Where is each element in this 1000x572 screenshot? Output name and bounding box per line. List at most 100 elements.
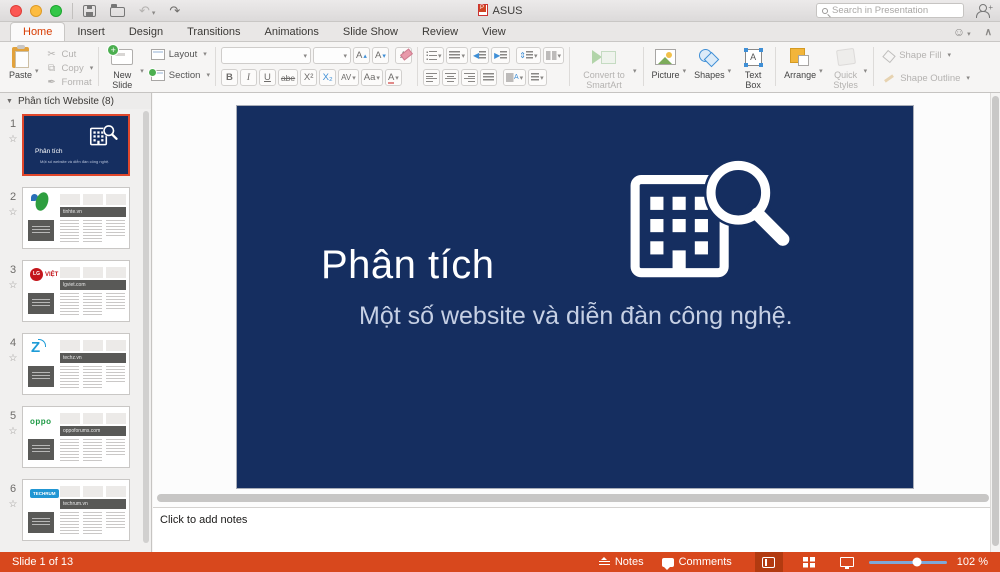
collapse-ribbon-button[interactable]: ∧ (985, 27, 992, 38)
close-window-button[interactable] (10, 4, 22, 17)
vertical-scrollbar-thumb[interactable] (991, 96, 999, 546)
arrange-button[interactable]: Arrange (781, 45, 819, 81)
section-header[interactable]: ▼ Phân tích Website (8) (0, 93, 151, 109)
save-icon[interactable] (83, 4, 96, 17)
strikethrough-button[interactable]: abe (277, 69, 299, 86)
vertical-scrollbar-track[interactable] (990, 93, 1000, 552)
share-button[interactable]: + (976, 3, 993, 18)
normal-view-button[interactable] (754, 552, 783, 572)
font-size-combo[interactable]: ▾ (312, 47, 351, 64)
smartart-dropdown-caret[interactable]: ▾ (633, 67, 637, 75)
paste-button[interactable]: Paste (6, 44, 35, 81)
open-icon[interactable] (110, 4, 125, 17)
notes-pane[interactable]: Click to add notes (153, 508, 990, 552)
zoom-window-button[interactable] (50, 4, 62, 17)
picture-dropdown-caret[interactable]: ▾ (683, 67, 687, 75)
undo-button[interactable]: ↶ ▾ (139, 4, 155, 18)
decrease-indent-button[interactable]: ◀ (469, 47, 490, 64)
align-right-button[interactable] (460, 69, 478, 86)
tab-animations[interactable]: Animations (253, 23, 331, 41)
horizontal-scrollbar[interactable] (157, 494, 989, 502)
zoom-slider[interactable] (868, 557, 947, 567)
slideshow-button[interactable] (833, 552, 861, 572)
font-color-button[interactable]: A ▾ (384, 69, 402, 86)
cut-button[interactable]: ✂ Cut (46, 47, 94, 61)
section-title: Phân tích Website (8) (17, 95, 114, 107)
thumbnail-scrollbar[interactable] (143, 111, 149, 543)
grow-font-button[interactable]: A ▴ (352, 47, 370, 64)
slide-subtitle[interactable]: Một số website và diễn đàn công nghệ. (359, 302, 793, 331)
increase-indent-button[interactable]: ▶ (491, 47, 511, 64)
section-collapse-icon[interactable]: ▼ (6, 98, 13, 105)
copy-button[interactable]: ⧉ Copy ▾ (46, 61, 93, 75)
new-slide-dropdown-caret[interactable]: ▾ (140, 67, 144, 75)
tab-design[interactable]: Design (117, 23, 175, 41)
slide-canvas[interactable]: Phân tích Một số website và diễn đàn côn… (236, 105, 914, 489)
shapes-dropdown-caret[interactable]: ▾ (728, 67, 732, 75)
text-box-icon: A (743, 47, 763, 67)
layout-button[interactable]: Layout ▾ (150, 47, 210, 61)
tab-insert[interactable]: Insert (65, 23, 117, 41)
picture-button[interactable]: Picture (649, 45, 683, 81)
italic-button[interactable]: I (239, 69, 257, 86)
slide-6-thumbnail[interactable]: TECHRUM techrum.vn (22, 479, 130, 541)
align-text-button[interactable]: ▾ (528, 69, 547, 86)
slide-1-thumbnail[interactable]: Phân tích Một số website và diễn đàn côn… (22, 114, 130, 176)
format-painter-button[interactable]: ✒ Format (46, 75, 94, 89)
tab-view[interactable]: View (470, 23, 518, 41)
slide-4-thumbnail[interactable]: Z techz.vn (22, 333, 130, 395)
tab-slide-show[interactable]: Slide Show (331, 23, 410, 41)
clear-formatting-button[interactable]: A (394, 47, 412, 64)
bold-button[interactable]: B (220, 69, 238, 86)
smartart-icon (592, 48, 617, 66)
new-slide-button[interactable]: New Slide (104, 44, 140, 92)
align-right-icon (463, 73, 475, 82)
quick-styles-button[interactable]: Quick Styles (828, 45, 864, 92)
slide-item-6: 6 ☆ TECHRUM techrum.vn (0, 479, 151, 552)
line-spacing-button[interactable]: ⇕ ▾ (516, 47, 541, 64)
slide-3-thumbnail[interactable]: LG VIỆT lgviet.com (22, 260, 130, 322)
shrink-font-button[interactable]: A ▾ (371, 47, 389, 64)
numbering-button[interactable]: ▾ (446, 47, 468, 64)
align-center-button[interactable] (441, 69, 459, 86)
shape-fill-button[interactable]: Shape Fill ▾ (883, 48, 970, 62)
building-search-icon[interactable] (625, 154, 797, 281)
change-case-button[interactable]: Aa ▾ (360, 69, 383, 86)
underline-button[interactable]: U (258, 69, 276, 86)
text-direction-button[interactable]: A ▾ (502, 69, 527, 86)
notes-placeholder[interactable]: Click to add notes (160, 514, 247, 526)
divider (72, 2, 73, 19)
align-left-button[interactable] (422, 69, 440, 86)
zoom-slider-knob[interactable] (912, 557, 922, 567)
feedback-smiley-button[interactable]: ☺ ▾ (953, 25, 971, 39)
tab-review[interactable]: Review (410, 23, 470, 41)
undo-dropdown-caret[interactable]: ▾ (152, 10, 156, 17)
shape-outline-button[interactable]: Shape Outline ▾ (883, 71, 970, 85)
shapes-button[interactable]: Shapes (691, 45, 728, 81)
bullets-button[interactable]: ▾ (422, 47, 445, 64)
text-box-button[interactable]: A Text Box (736, 45, 770, 92)
section-button[interactable]: Section ▾ (147, 67, 210, 82)
slide-5-thumbnail[interactable]: oppo oppoforums.com (22, 406, 130, 468)
arrange-dropdown-caret[interactable]: ▾ (819, 67, 823, 75)
search-field[interactable]: Search in Presentation (816, 3, 964, 18)
notes-toggle-button[interactable]: Notes (590, 552, 653, 572)
slide-2-thumbnail[interactable]: tinhte.vn (22, 187, 130, 249)
convert-to-smartart-button[interactable]: Convert to SmartArt (575, 45, 633, 92)
slide-sorter-view-button[interactable] (795, 552, 823, 572)
superscript-button[interactable]: X² (300, 69, 318, 86)
minimize-window-button[interactable] (30, 4, 42, 17)
columns-button[interactable]: ▾ (542, 47, 565, 64)
justify-button[interactable] (479, 69, 497, 86)
redo-icon[interactable]: ↷ (169, 4, 180, 17)
subscript-button[interactable]: X₂ (319, 69, 337, 86)
comments-toggle-button[interactable]: Comments (653, 552, 741, 572)
character-spacing-button[interactable]: AV ▾ (338, 69, 359, 86)
tab-home[interactable]: Home (10, 22, 66, 41)
zoom-percentage[interactable]: 102 % (957, 556, 988, 568)
paste-dropdown-caret[interactable]: ▾ (35, 67, 39, 75)
quick-styles-dropdown-caret[interactable]: ▾ (864, 67, 868, 75)
slide-title[interactable]: Phân tích (321, 243, 495, 288)
tab-transitions[interactable]: Transitions (175, 23, 252, 41)
font-name-combo[interactable]: ▾ (220, 47, 311, 64)
